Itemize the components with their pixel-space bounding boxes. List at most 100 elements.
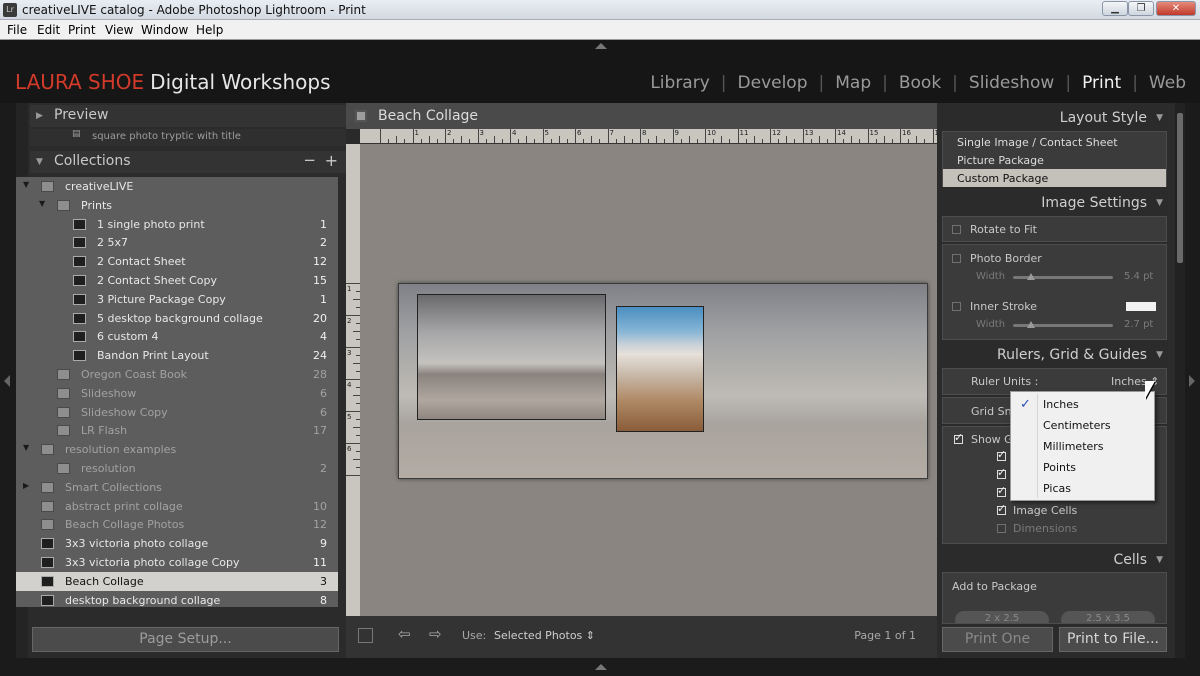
use-select[interactable]: Selected Photos ⇕ bbox=[494, 629, 595, 642]
menu-option-centimeters[interactable]: Centimeters bbox=[1043, 419, 1111, 432]
expand-down-icon[interactable]: ▼ bbox=[23, 180, 29, 189]
rotate-to-fit-checkbox[interactable] bbox=[952, 225, 961, 234]
scroll-thumb[interactable] bbox=[1177, 113, 1183, 263]
collection-row[interactable]: 3 Picture Package Copy 1 bbox=[16, 290, 338, 309]
collection-row[interactable]: ▼ Prints bbox=[16, 196, 338, 215]
module-library[interactable]: Library bbox=[650, 73, 709, 93]
slider-knob[interactable] bbox=[1027, 273, 1035, 280]
module-web[interactable]: Web bbox=[1149, 73, 1186, 93]
bottom-panel-toggle-icon[interactable] bbox=[595, 664, 607, 670]
remove-collection-icon[interactable]: − bbox=[303, 151, 316, 169]
module-slideshow[interactable]: Slideshow bbox=[969, 73, 1054, 93]
ruler-tick bbox=[412, 129, 414, 143]
guide-option-checkbox-1[interactable] bbox=[997, 448, 1006, 461]
previous-arrow-icon[interactable]: ⇦ bbox=[398, 625, 411, 643]
menu-help[interactable]: Help bbox=[196, 23, 223, 37]
collections-panel-header[interactable]: ▼ Collections − + bbox=[30, 151, 346, 173]
collection-row[interactable]: 2 5x7 2 bbox=[16, 233, 338, 252]
collection-icon bbox=[57, 463, 70, 474]
minimize-button[interactable]: ▁ bbox=[1102, 1, 1128, 16]
menu-edit[interactable]: Edit bbox=[37, 23, 60, 37]
collection-row[interactable]: 3x3 victoria photo collage 9 bbox=[16, 534, 338, 553]
menu-window[interactable]: Window bbox=[141, 23, 188, 37]
layout-style-picture-package[interactable]: Picture Package bbox=[943, 151, 1166, 169]
left-panel-toggle-icon[interactable] bbox=[4, 375, 10, 387]
menu-option-inches[interactable]: Inches bbox=[1043, 398, 1079, 411]
close-button[interactable]: ✕ bbox=[1156, 1, 1196, 16]
template-item[interactable]: ▤ square photo tryptic with title bbox=[30, 129, 346, 146]
print-to-file-button[interactable]: Print to File... bbox=[1059, 627, 1167, 652]
collection-row[interactable]: desktop background collage 8 bbox=[16, 591, 338, 607]
menu-view[interactable]: View bbox=[105, 23, 133, 37]
right-panel-scrollbar[interactable] bbox=[1175, 103, 1185, 658]
add-collection-icon[interactable]: + bbox=[325, 151, 338, 170]
image-cell-beach-clouds[interactable] bbox=[417, 294, 606, 420]
menu-print[interactable]: Print bbox=[68, 23, 96, 37]
ruler-tick bbox=[883, 136, 885, 143]
collection-row[interactable]: 2 Contact Sheet Copy 15 bbox=[16, 271, 338, 290]
print-one-button[interactable]: Print One bbox=[942, 627, 1053, 652]
top-panel-toggle-icon[interactable] bbox=[595, 43, 607, 49]
collection-row[interactable]: 3x3 victoria photo collage Copy 11 bbox=[16, 553, 338, 572]
collection-row[interactable]: 2 Contact Sheet 12 bbox=[16, 252, 338, 271]
collection-row[interactable]: Bandon Print Layout 24 bbox=[16, 346, 338, 365]
page-setup-button[interactable]: Page Setup... bbox=[32, 627, 339, 652]
dimensions-checkbox[interactable] bbox=[997, 524, 1006, 533]
collection-row[interactable]: Beach Collage 3 bbox=[16, 571, 338, 591]
show-guides-checkbox[interactable] bbox=[954, 431, 963, 444]
layout-style-single-image[interactable]: Single Image / Contact Sheet bbox=[943, 133, 1166, 151]
expand-right-icon[interactable]: ▶ bbox=[23, 481, 29, 490]
collection-row[interactable]: Slideshow 6 bbox=[16, 384, 338, 403]
collection-row[interactable]: ▶ Smart Collections bbox=[16, 478, 338, 497]
right-panel-toggle-icon[interactable] bbox=[1189, 375, 1195, 387]
next-arrow-icon[interactable]: ⇨ bbox=[429, 625, 442, 643]
stop-square-icon[interactable] bbox=[358, 628, 373, 643]
ruler-label: 6 bbox=[347, 445, 352, 453]
collection-row[interactable]: ▼ creativeLIVE bbox=[16, 177, 338, 196]
ruler-tick bbox=[688, 136, 690, 143]
layout-style-header[interactable]: Layout Style ▼ bbox=[942, 107, 1167, 129]
guide-option-checkbox-2[interactable] bbox=[997, 466, 1006, 479]
collection-row[interactable]: 5 desktop background collage 20 bbox=[16, 309, 338, 328]
ruler-tick bbox=[648, 139, 650, 143]
page-canvas[interactable] bbox=[360, 144, 937, 616]
collection-row[interactable]: ▼ resolution examples bbox=[16, 440, 338, 459]
image-cells-checkbox[interactable] bbox=[997, 502, 1006, 515]
image-settings-header[interactable]: Image Settings ▼ bbox=[942, 192, 1167, 214]
module-map[interactable]: Map bbox=[835, 73, 871, 93]
module-print[interactable]: Print bbox=[1082, 73, 1121, 93]
ruler-tick bbox=[729, 139, 731, 143]
ruler-label: 5 bbox=[544, 129, 549, 137]
collection-row[interactable]: 1 single photo print 1 bbox=[16, 215, 338, 234]
menu-option-millimeters[interactable]: Millimeters bbox=[1043, 440, 1104, 453]
menu-file[interactable]: File bbox=[7, 23, 27, 37]
menu-option-picas[interactable]: Picas bbox=[1043, 482, 1071, 495]
expand-down-icon[interactable]: ▼ bbox=[23, 443, 29, 452]
module-book[interactable]: Book bbox=[899, 73, 941, 93]
layout-style-custom-package[interactable]: Custom Package bbox=[943, 169, 1166, 187]
menu-option-points[interactable]: Points bbox=[1043, 461, 1076, 474]
expand-down-icon[interactable]: ▼ bbox=[39, 199, 45, 208]
collapse-icon: ▼ bbox=[1156, 555, 1163, 565]
collection-row[interactable]: Slideshow Copy 6 bbox=[16, 403, 338, 422]
collection-row[interactable]: Oregon Coast Book 28 bbox=[16, 365, 338, 384]
image-cell-beach-blue-sky[interactable] bbox=[616, 306, 704, 432]
slider-knob[interactable] bbox=[1027, 321, 1035, 328]
inner-stroke-color-swatch[interactable] bbox=[1126, 302, 1156, 311]
inner-stroke-checkbox[interactable] bbox=[952, 302, 961, 311]
rulers-grid-guides-header[interactable]: Rulers, Grid & Guides ▼ bbox=[942, 344, 1167, 366]
collection-row[interactable]: abstract print collage 10 bbox=[16, 497, 338, 516]
photo-border-checkbox[interactable] bbox=[952, 254, 961, 263]
collection-row[interactable]: Beach Collage Photos 12 bbox=[16, 515, 338, 534]
maximize-button[interactable]: ❐ bbox=[1128, 1, 1154, 16]
add-size-button-1[interactable]: 2 x 2.5 bbox=[955, 611, 1049, 623]
module-develop[interactable]: Develop bbox=[738, 73, 808, 93]
border-settings-box: Photo Border Width 5.4 pt Inner Stroke W… bbox=[942, 244, 1167, 340]
collection-row[interactable]: 6 custom 4 4 bbox=[16, 327, 338, 346]
collection-row[interactable]: LR Flash 17 bbox=[16, 421, 338, 440]
cells-header[interactable]: Cells ▼ bbox=[942, 549, 1167, 571]
collection-row[interactable]: resolution 2 bbox=[16, 459, 338, 478]
guide-option-checkbox-3[interactable] bbox=[997, 484, 1006, 497]
add-size-button-2[interactable]: 2.5 x 3.5 bbox=[1061, 611, 1155, 623]
preview-panel-header[interactable]: ▶ Preview bbox=[30, 105, 346, 127]
